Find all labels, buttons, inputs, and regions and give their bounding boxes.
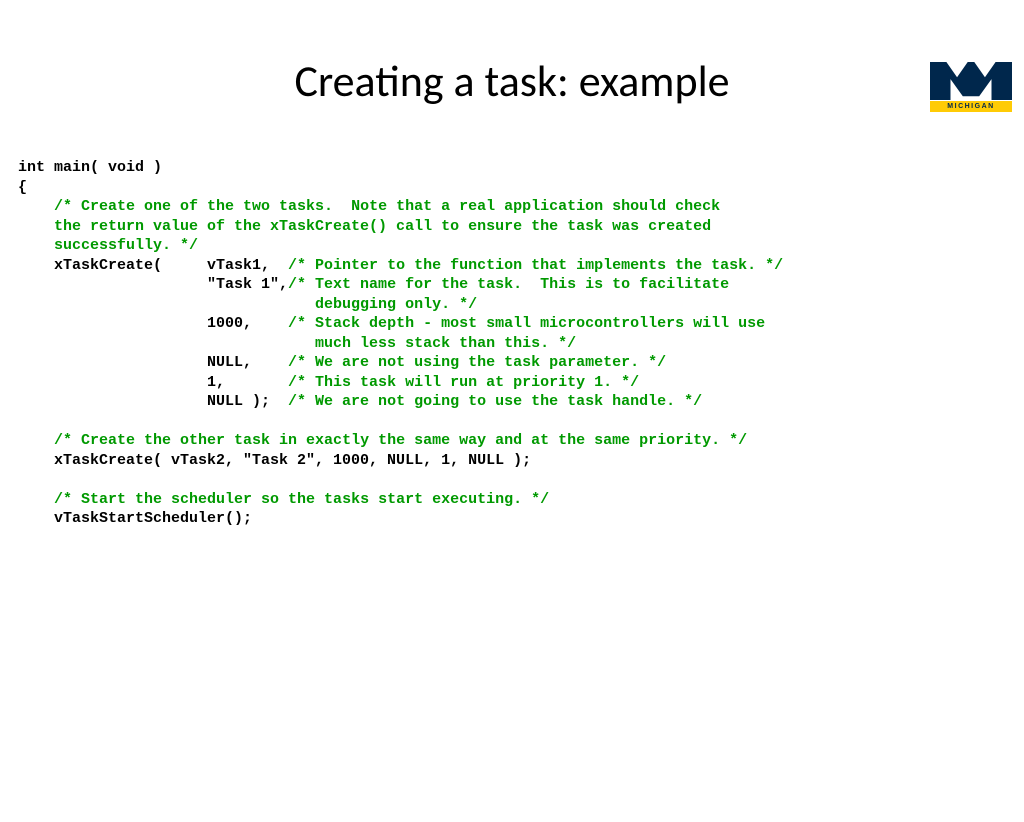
code-comment: /* We are not going to use the task hand… bbox=[288, 393, 702, 410]
code-indent bbox=[18, 198, 54, 215]
code-line: "Task 1", bbox=[18, 276, 288, 293]
logo-m-icon bbox=[930, 62, 1012, 100]
code-line: 1000, bbox=[18, 315, 288, 332]
code-line: int main( void ) bbox=[18, 159, 162, 176]
code-comment: /* Start the scheduler so the tasks star… bbox=[54, 491, 549, 508]
code-comment: much less stack than this. */ bbox=[18, 335, 576, 352]
code-comment: /* Text name for the task. This is to fa… bbox=[288, 276, 729, 293]
logo-band-text: MICHIGAN bbox=[930, 101, 1012, 112]
code-line: 1, bbox=[18, 374, 288, 391]
code-line: NULL, bbox=[18, 354, 288, 371]
code-line: xTaskCreate( vTask1, bbox=[18, 257, 288, 274]
code-line: xTaskCreate( vTask2, "Task 2", 1000, NUL… bbox=[18, 452, 531, 469]
code-comment: the return value of the xTaskCreate() ca… bbox=[18, 218, 711, 235]
code-comment: /* We are not using the task parameter. … bbox=[288, 354, 666, 371]
code-comment: /* Pointer to the function that implemen… bbox=[288, 257, 783, 274]
code-line: NULL ); bbox=[18, 393, 288, 410]
code-example: int main( void ) { /* Create one of the … bbox=[0, 158, 1024, 529]
code-comment: /* This task will run at priority 1. */ bbox=[288, 374, 639, 391]
code-line: vTaskStartScheduler(); bbox=[18, 510, 252, 527]
code-comment: /* Create the other task in exactly the … bbox=[54, 432, 747, 449]
code-indent bbox=[18, 432, 54, 449]
code-line: { bbox=[18, 179, 27, 196]
michigan-logo: MICHIGAN bbox=[930, 62, 1012, 112]
code-comment: successfully. */ bbox=[18, 237, 198, 254]
slide-title: Creating a task: example bbox=[0, 54, 1024, 108]
code-comment: /* Stack depth - most small microcontrol… bbox=[288, 315, 765, 332]
code-indent bbox=[18, 491, 54, 508]
code-comment: /* Create one of the two tasks. Note tha… bbox=[54, 198, 720, 215]
code-comment: debugging only. */ bbox=[18, 296, 477, 313]
